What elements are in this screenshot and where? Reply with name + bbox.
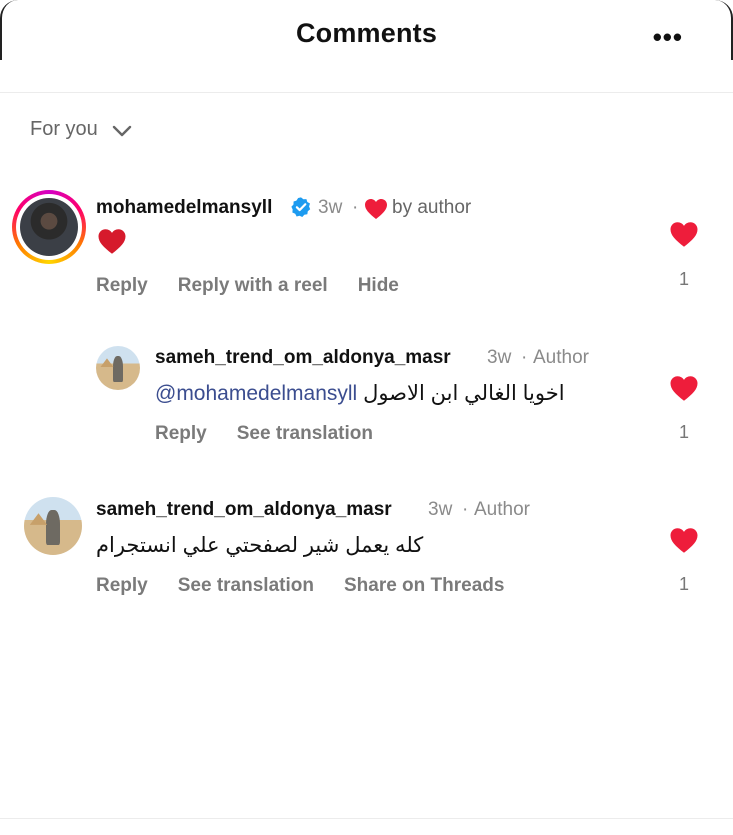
like-heart-icon[interactable]	[669, 527, 699, 554]
see-translation-button[interactable]: See translation	[237, 423, 373, 445]
meta-separator: ·	[521, 347, 528, 368]
sort-dropdown[interactable]: For you	[30, 118, 132, 141]
author-tag: Author	[533, 347, 589, 368]
meta-separator: ·	[352, 197, 359, 218]
author-tag: Author	[474, 499, 530, 520]
divider	[0, 818, 733, 819]
sort-label: For you	[30, 118, 98, 140]
like-count: 1	[678, 574, 689, 594]
avatar	[20, 198, 78, 256]
chevron-down-icon	[112, 125, 132, 136]
verified-badge-icon	[291, 197, 311, 217]
see-translation-button[interactable]: See translation	[178, 575, 314, 597]
mention-link[interactable]: @mohamedelmansyll	[155, 382, 357, 405]
like-heart-icon[interactable]	[669, 221, 699, 248]
comment-actions: Reply Reply with a reel Hide	[96, 275, 399, 297]
comment-time: 3w	[318, 197, 343, 218]
heart-emoji-icon	[98, 229, 126, 254]
header: Comments •••	[0, 0, 733, 93]
comment-body: كله يعمل شير لصفحتي علي انستجرام	[96, 534, 424, 557]
comment-time: 3w	[487, 347, 512, 368]
like-count: 1	[678, 422, 689, 442]
comment-time: 3w	[428, 499, 453, 520]
like-heart-icon[interactable]	[669, 375, 699, 402]
reply-with-reel-button[interactable]: Reply with a reel	[178, 275, 328, 297]
comments-sheet: Comments ••• For you mohamedelmansyll 3w…	[0, 0, 733, 835]
liked-by-author-heart-icon	[365, 199, 387, 219]
reply-button[interactable]: Reply	[96, 275, 148, 297]
reply-button[interactable]: Reply	[155, 423, 207, 445]
comment-body: اخويا الغالي ابن الاصول	[363, 382, 565, 405]
hide-button[interactable]: Hide	[358, 275, 399, 297]
page-title: Comments	[295, 18, 438, 48]
reply-button[interactable]: Reply	[96, 575, 148, 597]
comment-username[interactable]: sameh_trend_om_aldonya_masr	[155, 347, 451, 369]
comment-username[interactable]: sameh_trend_om_aldonya_masr	[96, 499, 392, 521]
liked-by-author-label: by author	[392, 197, 472, 218]
like-count: 1	[678, 269, 689, 289]
avatar[interactable]	[24, 497, 82, 555]
meta-separator: ·	[462, 499, 469, 520]
comment-username[interactable]: mohamedelmansyll	[96, 197, 272, 219]
share-on-threads-button[interactable]: Share on Threads	[344, 575, 505, 597]
avatar[interactable]	[96, 346, 140, 390]
more-options-icon[interactable]: •••	[653, 22, 683, 53]
comment-actions: Reply See translation Share on Threads	[96, 575, 504, 597]
comment-actions: Reply See translation	[155, 423, 373, 445]
comment-text: @mohamedelmansyll اخويا الغالي ابن الاصو…	[155, 381, 565, 406]
avatar-story-ring[interactable]	[12, 190, 86, 264]
